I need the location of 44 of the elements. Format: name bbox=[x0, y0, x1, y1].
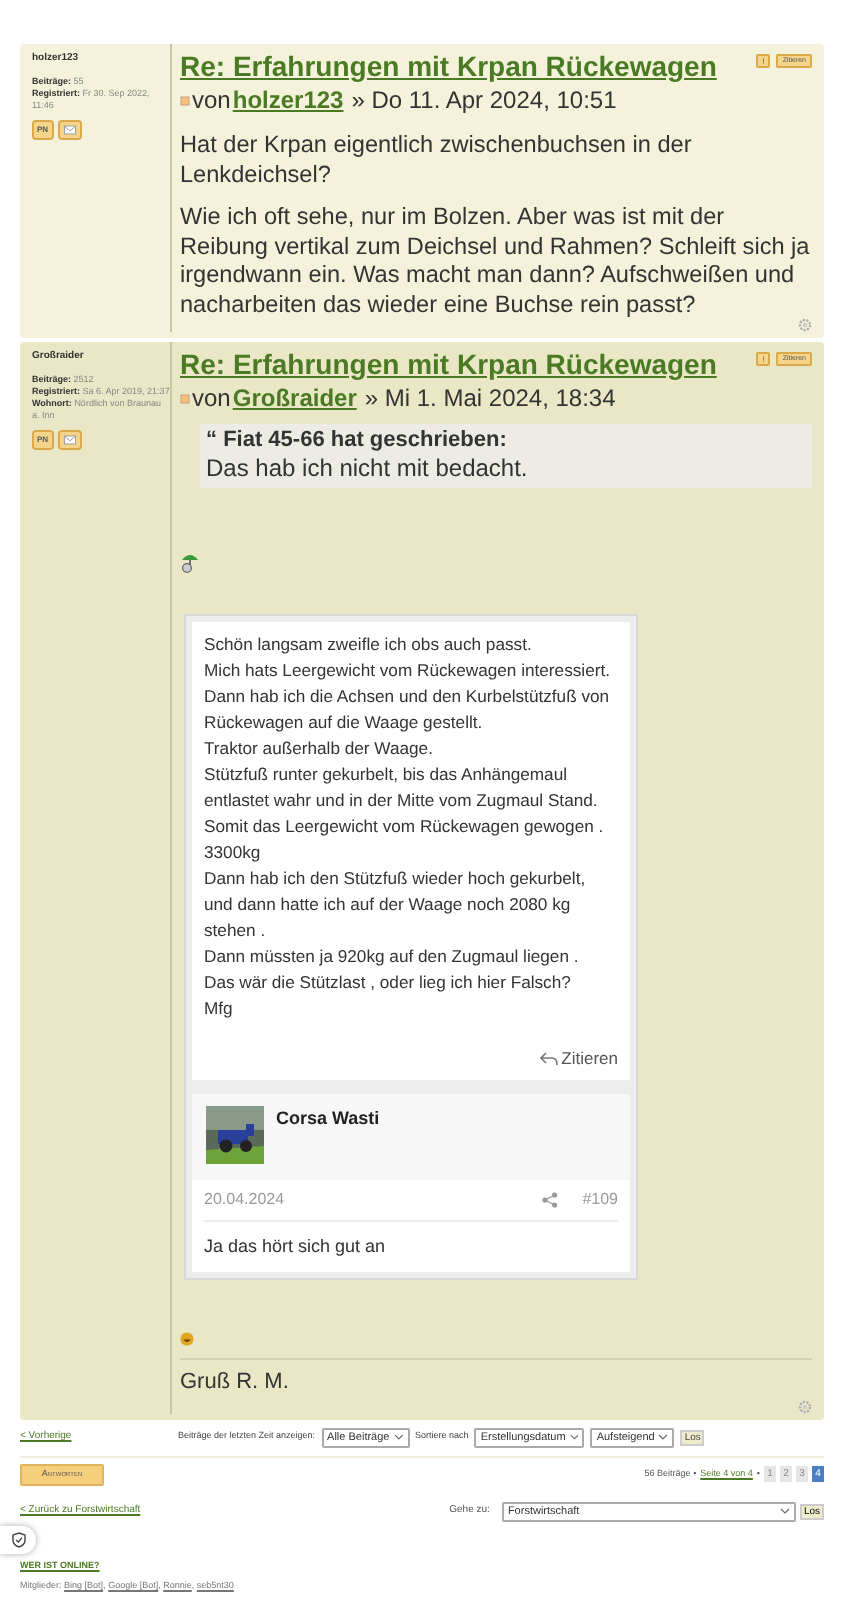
settings-icon[interactable] bbox=[798, 318, 812, 332]
message-line: Mich hats Leergewicht vom Rückewagen interessiert. bbox=[204, 658, 612, 684]
privacy-button[interactable] bbox=[0, 1525, 36, 1554]
share-icon[interactable] bbox=[542, 1191, 559, 1208]
envelope-icon[interactable] bbox=[57, 119, 82, 139]
message-line: Dann müssten ja 920kg auf den Zugmaul liegen . bbox=[204, 944, 581, 970]
quote-header: “ Fiat 45-66 hat geschrieben: bbox=[206, 428, 509, 454]
message-line: Das wär die Stützlast , oder lieg ich hier Falsch? bbox=[204, 970, 573, 996]
post-number[interactable]: #109 bbox=[582, 1187, 618, 1212]
quote-text: Das hab ich nicht mit bedacht. bbox=[206, 454, 530, 484]
signature: Gruß R. M. bbox=[180, 1368, 291, 1399]
message-line: Dann hab ich den Stützfuß wieder hoch gekurbelt, und dann hatte ich auf der Waage noch 2080 kg stehen . bbox=[204, 866, 588, 944]
by-label: von bbox=[192, 382, 231, 414]
by-label: von bbox=[192, 84, 231, 116]
post-title[interactable]: Re: Erfahrungen mit Krpan Rückewagen bbox=[180, 50, 717, 84]
chevron-icon bbox=[569, 1434, 579, 1441]
author-link[interactable]: Großraider bbox=[232, 382, 357, 414]
chevron-icon bbox=[779, 1508, 790, 1515]
chevron-icon bbox=[393, 1434, 404, 1441]
quote-link[interactable]: Zitieren bbox=[539, 1046, 618, 1072]
shield-icon bbox=[11, 1531, 25, 1548]
post-icon[interactable] bbox=[180, 95, 190, 105]
post-icon[interactable] bbox=[180, 393, 190, 403]
message-line: Somit das Leergewicht vom Rückewagen gewogen . 3300kg bbox=[204, 814, 606, 866]
post-date: » Do 11. Apr 2024, 10:51 bbox=[351, 84, 617, 116]
reply-icon bbox=[539, 1051, 558, 1066]
reply-text: Ja das hört sich gut an bbox=[204, 1233, 388, 1260]
message-line: Mfg bbox=[204, 996, 235, 1022]
emoji-icon bbox=[180, 1332, 194, 1347]
message-line: Dann hab ich die Achsen und den Kurbelstützfuß von Rückewagen auf die Waage gestellt. bbox=[204, 684, 612, 736]
envelope-icon[interactable] bbox=[57, 429, 82, 449]
message-line: Traktor außerhalb der Waage. bbox=[204, 736, 435, 762]
settings-icon[interactable] bbox=[798, 1399, 812, 1414]
post-title[interactable]: Re: Erfahrungen mit Krpan Rückewagen bbox=[180, 348, 717, 382]
reply-author[interactable]: Corsa Wasti bbox=[276, 1105, 380, 1164]
post-text: Wie ich oft sehe, nur im Bolzen. Aber was ist mit der Reibung vertikal zum Deichsel und Rahmen? Schleift sich ja irgendwann ein. Was macht man dann? Aufschweißen und nacharbeiten das wieder eine Buchse rein passt? bbox=[180, 202, 812, 318]
post-date: » Mi 1. Mai 2024, 18:34 bbox=[364, 382, 616, 414]
author-link[interactable]: holzer123 bbox=[232, 84, 344, 116]
umbrella-icon bbox=[180, 552, 200, 574]
post-text: Hat der Krpan eigentlich zwischenbuchsen in der Lenkdeichsel? bbox=[180, 130, 694, 188]
chevron-icon bbox=[658, 1434, 669, 1441]
message-line: Schön langsam zweifle ich obs auch passt. bbox=[204, 632, 534, 658]
reply-date: 20.04.2024 bbox=[204, 1187, 285, 1212]
message-line: Stützfuß runter gekurbelt, bis das Anhängemaul entlastet wahr und in der Mitte vom Zugmaul Stand. bbox=[204, 762, 600, 814]
